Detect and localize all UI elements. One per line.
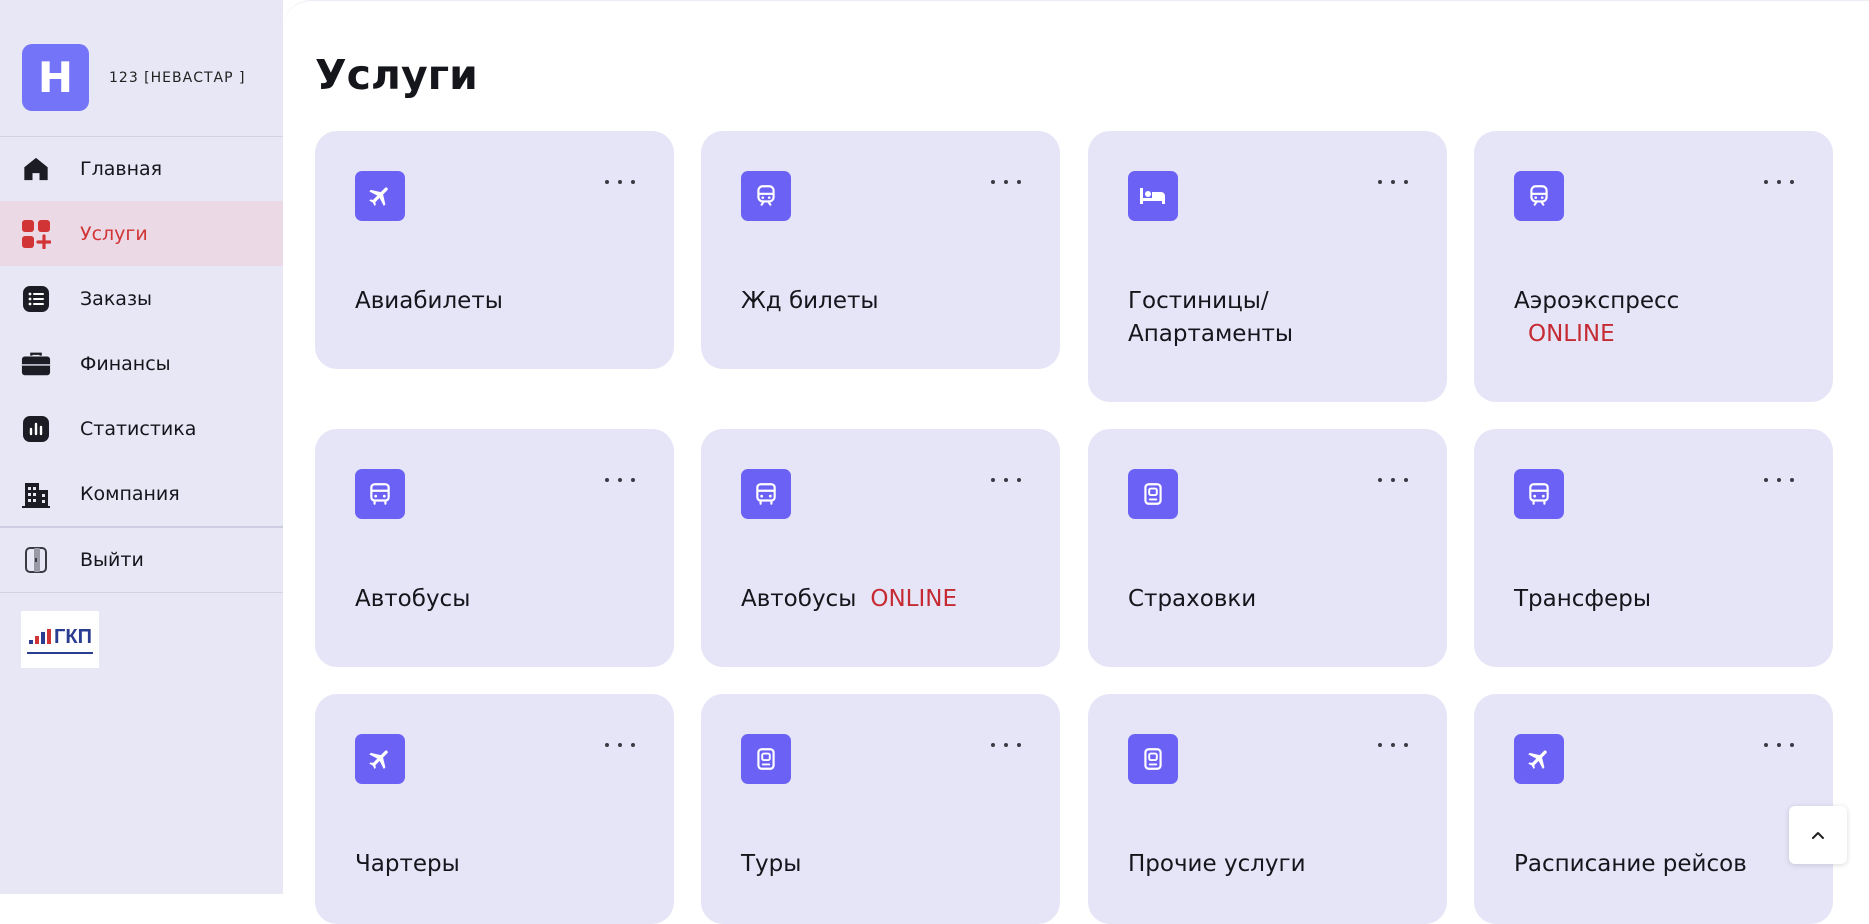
card-title: Автобусы ONLINE: [741, 583, 957, 616]
more-menu-button[interactable]: [1764, 737, 1794, 753]
card-title: Страховки: [1128, 586, 1257, 612]
avatar[interactable]: Н: [22, 44, 89, 111]
briefcase-icon: [21, 349, 51, 379]
profile[interactable]: Н 123 [НЕВАСТАР ]: [22, 44, 245, 111]
more-menu-button[interactable]: [605, 174, 635, 190]
more-menu-button[interactable]: [991, 737, 1021, 753]
service-card-other[interactable]: Прочие услуги: [1088, 694, 1447, 924]
more-menu-button[interactable]: [1764, 472, 1794, 488]
bus-icon: [741, 469, 791, 519]
card-title: Чартеры: [355, 851, 460, 877]
plane-icon: [1514, 734, 1564, 784]
logout-label: Выйти: [80, 549, 144, 571]
card-title: Автобусы: [355, 586, 471, 612]
service-card-buses-online[interactable]: Автобусы ONLINE: [701, 429, 1060, 667]
home-icon: [21, 154, 51, 184]
sidebar-item-label: Финансы: [80, 352, 171, 375]
sidebar-item-finance[interactable]: Финансы: [0, 331, 283, 396]
scroll-to-top-button[interactable]: [1789, 806, 1847, 864]
card-title-line: Апартаменты: [1128, 321, 1294, 347]
logout-icon: [21, 545, 51, 575]
online-badge: ONLINE: [1528, 321, 1615, 347]
sidebar-item-label: Услуги: [80, 222, 148, 245]
service-card-rail[interactable]: Жд билеты: [701, 131, 1060, 369]
sidebar-item-statistics[interactable]: Статистика: [0, 396, 283, 461]
company-logo: ГКП: [21, 611, 99, 668]
online-badge: ONLINE: [870, 586, 958, 612]
service-card-schedule[interactable]: Расписание рейсов: [1474, 694, 1833, 924]
more-menu-button[interactable]: [1378, 472, 1408, 488]
main-content: Услуги Авиабилеты Жд билеты Гостиницы/ А…: [283, 0, 1869, 924]
more-menu-button[interactable]: [605, 472, 635, 488]
card-title: Гостиницы/ Апартаменты: [1128, 285, 1293, 351]
card-title-line: Гостиницы/: [1128, 288, 1269, 314]
service-card-insurance[interactable]: Страховки: [1088, 429, 1447, 667]
passport-icon: [1128, 734, 1178, 784]
logo-mark-icon: [29, 629, 52, 644]
logo-text: ГКП: [54, 625, 92, 648]
card-title-text: Автобусы: [741, 586, 857, 612]
more-menu-button[interactable]: [991, 472, 1021, 488]
train-icon: [741, 171, 791, 221]
sidebar-divider: [0, 592, 283, 593]
plane-icon: [355, 171, 405, 221]
chart-icon: [21, 414, 51, 444]
sidebar-item-services[interactable]: Услуги: [0, 201, 283, 266]
passport-icon: [1128, 469, 1178, 519]
more-menu-button[interactable]: [991, 174, 1021, 190]
bus-icon: [1514, 469, 1564, 519]
bus-icon: [355, 469, 405, 519]
plane-icon: [355, 734, 405, 784]
profile-name: 123 [НЕВАСТАР ]: [109, 69, 246, 86]
logout-button[interactable]: Выйти: [0, 528, 283, 592]
sidebar-item-orders[interactable]: Заказы: [0, 266, 283, 331]
sidebar-item-label: Статистика: [80, 417, 197, 440]
service-card-aeroexpress[interactable]: Аэроэкспресс ONLINE: [1474, 131, 1833, 402]
card-title: Аэроэкспресс ONLINE: [1514, 285, 1679, 351]
service-card-avia[interactable]: Авиабилеты: [315, 131, 674, 369]
sidebar-item-label: Главная: [80, 157, 163, 180]
more-menu-button[interactable]: [1764, 174, 1794, 190]
services-icon: [21, 219, 51, 249]
card-title: Туры: [741, 851, 802, 877]
sidebar-item-label: Заказы: [80, 287, 153, 310]
bed-icon: [1128, 171, 1178, 221]
service-card-charters[interactable]: Чартеры: [315, 694, 674, 924]
card-title: Жд билеты: [741, 288, 879, 314]
card-title: Авиабилеты: [355, 288, 503, 314]
card-title: Расписание рейсов: [1514, 851, 1747, 877]
sidebar-item-label: Компания: [80, 482, 180, 505]
more-menu-button[interactable]: [1378, 174, 1408, 190]
sidebar: Н 123 [НЕВАСТАР ] Главная Услуги Заказы …: [0, 0, 283, 894]
passport-icon: [741, 734, 791, 784]
service-card-hotels[interactable]: Гостиницы/ Апартаменты: [1088, 131, 1447, 402]
card-title: Трансферы: [1514, 586, 1652, 612]
card-title: Прочие услуги: [1128, 851, 1306, 877]
chevron-up-icon: [1812, 832, 1824, 839]
more-menu-button[interactable]: [605, 737, 635, 753]
service-card-transfers[interactable]: Трансферы: [1474, 429, 1833, 667]
service-card-tours[interactable]: Туры: [701, 694, 1060, 924]
page-title: Услуги: [315, 51, 478, 99]
logo-underline: [27, 651, 93, 654]
card-title-text: Аэроэкспресс: [1514, 288, 1680, 314]
orders-list-icon: [21, 284, 51, 314]
building-icon: [21, 479, 51, 509]
more-menu-button[interactable]: [1378, 737, 1408, 753]
service-card-buses[interactable]: Автобусы: [315, 429, 674, 667]
sidebar-item-home[interactable]: Главная: [0, 136, 283, 201]
sidebar-item-company[interactable]: Компания: [0, 461, 283, 526]
train-icon: [1514, 171, 1564, 221]
